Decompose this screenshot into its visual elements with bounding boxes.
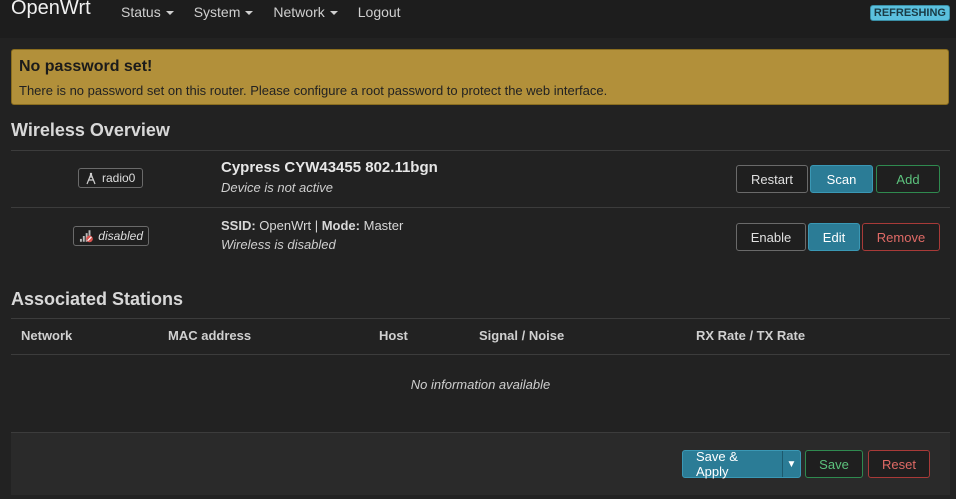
network-status-badge: disabled bbox=[73, 226, 149, 246]
main-nav: Status System Network Logout bbox=[121, 4, 421, 20]
signal-disabled-icon bbox=[79, 230, 93, 243]
divider bbox=[11, 354, 950, 355]
top-navbar: OpenWrt Status System Network Logout REF… bbox=[0, 0, 956, 38]
column-header-host: Host bbox=[379, 328, 408, 343]
device-title: Cypress CYW43455 802.11bgn bbox=[221, 159, 438, 176]
ssid-value: OpenWrt bbox=[259, 218, 312, 233]
scan-button[interactable]: Scan bbox=[810, 165, 873, 193]
empty-table-message: No information available bbox=[410, 377, 551, 392]
divider bbox=[11, 150, 950, 151]
column-header-network: Network bbox=[21, 328, 73, 343]
wifi-antenna-icon bbox=[86, 172, 96, 185]
save-apply-button[interactable]: Save & Apply bbox=[683, 449, 783, 479]
column-header-signal: Signal / Noise bbox=[479, 328, 565, 343]
nav-network-label: Network bbox=[273, 4, 325, 20]
associated-stations-heading: Associated Stations bbox=[11, 289, 184, 309]
no-password-alert: No password set! There is no password se… bbox=[11, 49, 949, 105]
column-header-rate: RX Rate / TX Rate bbox=[696, 328, 806, 343]
nav-status[interactable]: Status bbox=[121, 4, 174, 20]
radio-device-badge: radio0 bbox=[78, 168, 143, 188]
wireless-overview-heading: Wireless Overview bbox=[11, 120, 170, 140]
nav-logout-label: Logout bbox=[357, 4, 401, 20]
brand-logo[interactable]: OpenWrt bbox=[11, 0, 91, 20]
nav-network[interactable]: Network bbox=[273, 4, 338, 20]
refreshing-badge[interactable]: REFRESHING bbox=[869, 5, 950, 21]
nav-system[interactable]: System bbox=[194, 4, 254, 20]
page-actions-bar: Save & Apply ▼ Save Reset bbox=[11, 432, 950, 495]
network-info: SSID: OpenWrt | Mode: Master bbox=[221, 218, 403, 233]
edit-button[interactable]: Edit bbox=[808, 223, 860, 251]
save-apply-split-button: Save & Apply ▼ bbox=[682, 449, 801, 479]
enable-button[interactable]: Enable bbox=[736, 223, 806, 251]
dropdown-caret-icon[interactable]: ▼ bbox=[783, 459, 800, 470]
add-button[interactable]: Add bbox=[876, 165, 940, 193]
reset-button[interactable]: Reset bbox=[868, 450, 930, 478]
radio-device-label: radio0 bbox=[102, 171, 136, 185]
alert-title: No password set! bbox=[19, 58, 153, 75]
mode-label: Mode: bbox=[321, 218, 360, 233]
caret-down-icon bbox=[245, 11, 254, 15]
nav-system-label: System bbox=[193, 4, 241, 20]
device-status: Device is not active bbox=[221, 180, 333, 195]
column-header-mac: MAC address bbox=[168, 328, 252, 343]
network-status: Wireless is disabled bbox=[221, 237, 336, 252]
remove-button[interactable]: Remove bbox=[862, 223, 940, 251]
info-separator: | bbox=[314, 218, 319, 233]
mode-value: Master bbox=[363, 218, 404, 233]
divider bbox=[11, 318, 950, 319]
nav-status-label: Status bbox=[121, 4, 161, 20]
nav-logout[interactable]: Logout bbox=[358, 4, 401, 20]
caret-down-icon bbox=[329, 11, 338, 15]
divider bbox=[11, 207, 950, 208]
alert-text: There is no password set on this router.… bbox=[19, 83, 608, 98]
ssid-label: SSID: bbox=[221, 218, 256, 233]
network-status-label: disabled bbox=[98, 229, 143, 243]
save-button[interactable]: Save bbox=[805, 450, 863, 478]
caret-down-icon bbox=[165, 11, 174, 15]
restart-button[interactable]: Restart bbox=[736, 165, 808, 193]
